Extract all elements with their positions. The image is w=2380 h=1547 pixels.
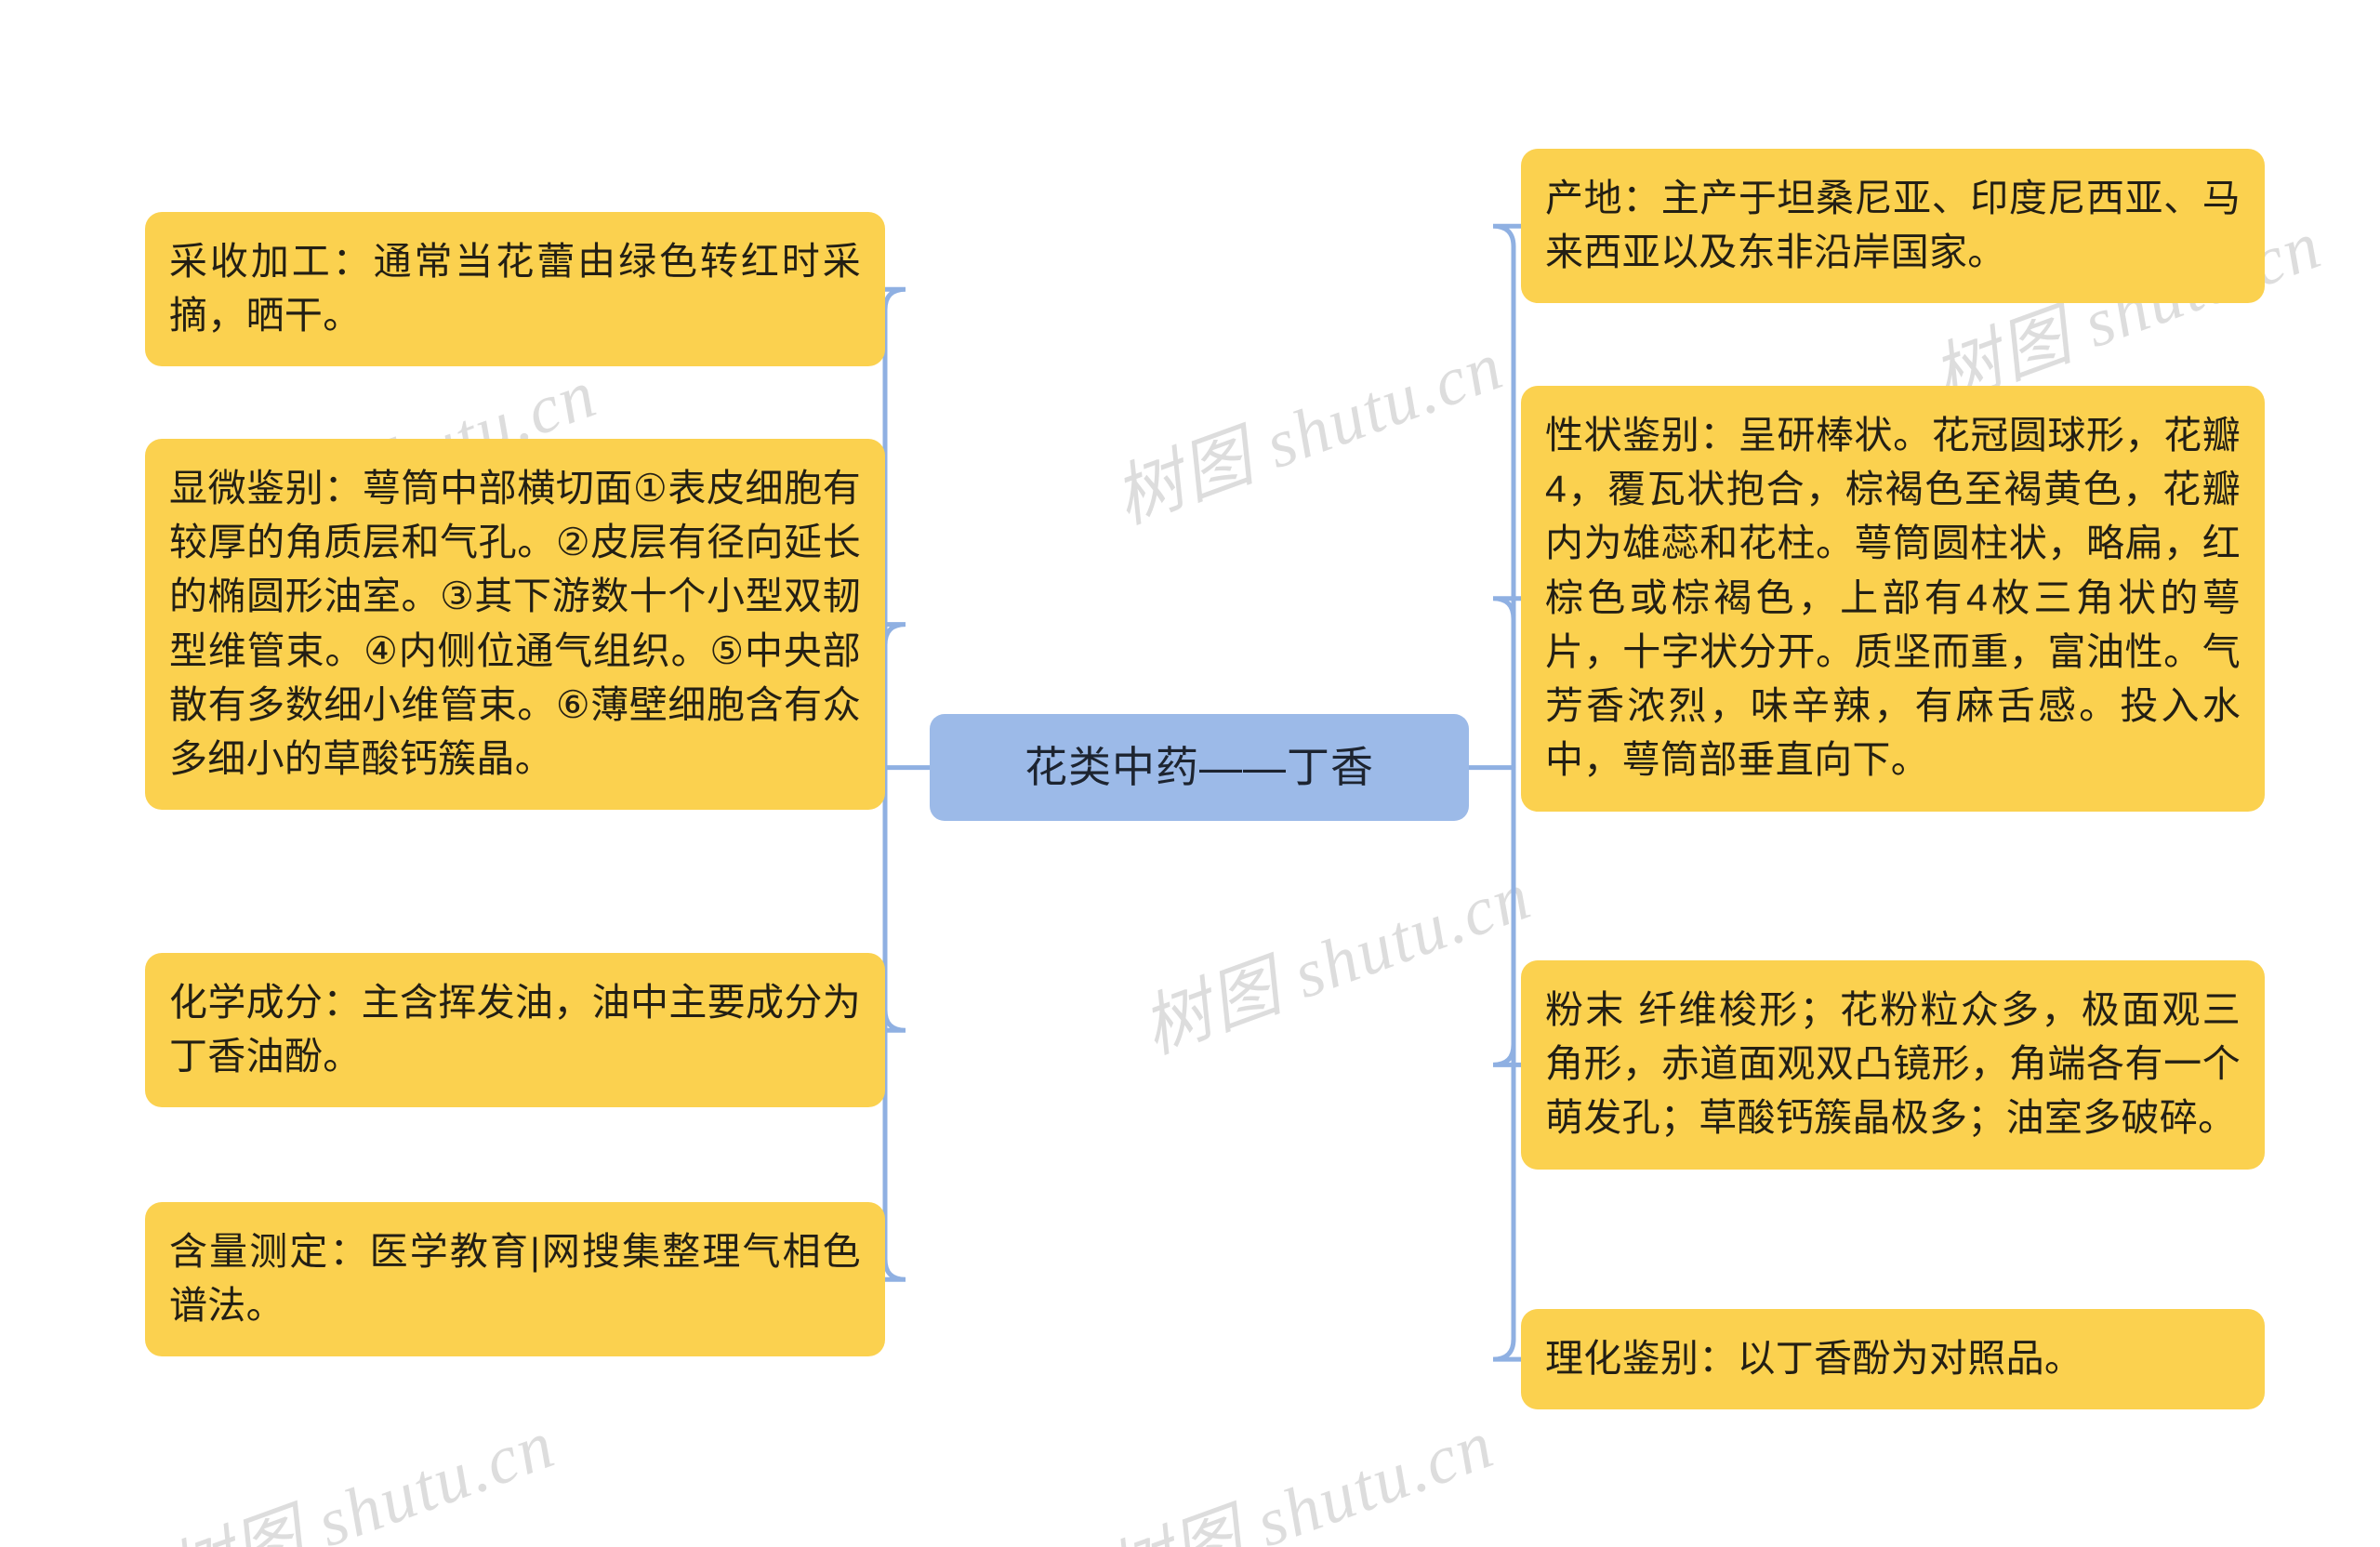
connector-left-branch-2 [882, 622, 906, 771]
mindmap-canvas: 树图 shutu.cn 树图 shutu.cn 树图 shutu.cn 树图 shut… [0, 0, 2380, 1547]
connector-right-branch-1 [1492, 223, 1524, 771]
watermark-text: 树图 shutu.cn [1132, 857, 1541, 1069]
connector-right-branch-4 [1492, 765, 1524, 1362]
watermark-text: 树图 shutu.cn [1095, 1406, 1504, 1547]
connector-left-branch-3 [882, 765, 906, 1033]
node-content-determination[interactable]: 含量测定：医学教育|网搜集整理气相色谱法。 [145, 1202, 885, 1357]
connector-right-branch-2 [1492, 596, 1524, 771]
node-powder[interactable]: 粉末 纤维梭形；花粉粒众多，极面观三角形，赤道面观双凸镜形，角端各有一个萌发孔；… [1521, 960, 2265, 1170]
connector-right-branch-3 [1492, 765, 1524, 1067]
node-chemical-constituents[interactable]: 化学成分：主含挥发油，油中主要成分为丁香油酚。 [145, 953, 885, 1108]
node-origin[interactable]: 产地：主产于坦桑尼亚、印度尼西亚、马来西亚以及东非沿岸国家。 [1521, 149, 2265, 304]
node-center-topic[interactable]: 花类中药——丁香 [930, 714, 1469, 822]
watermark-text: 树图 shutu.cn [1104, 327, 1514, 539]
node-physicochemical-identification[interactable]: 理化鉴别：以丁香酚为对照品。 [1521, 1309, 2265, 1410]
connector-left-branch-1 [882, 286, 906, 771]
watermark-text: 树图 shutu.cn [156, 1406, 565, 1547]
connector-left-branch-4 [882, 765, 906, 1282]
node-microscopic-identification[interactable]: 显微鉴别：萼筒中部横切面①表皮细胞有较厚的角质层和气孔。②皮层有径向延长的椭圆形… [145, 439, 885, 811]
node-harvest-processing[interactable]: 采收加工：通常当花蕾由绿色转红时采摘，晒干。 [145, 212, 885, 367]
node-character-identification[interactable]: 性状鉴别：呈研棒状。花冠圆球形，花瓣4，覆瓦状抱合，棕褐色至褐黄色，花瓣内为雄蕊… [1521, 386, 2265, 812]
